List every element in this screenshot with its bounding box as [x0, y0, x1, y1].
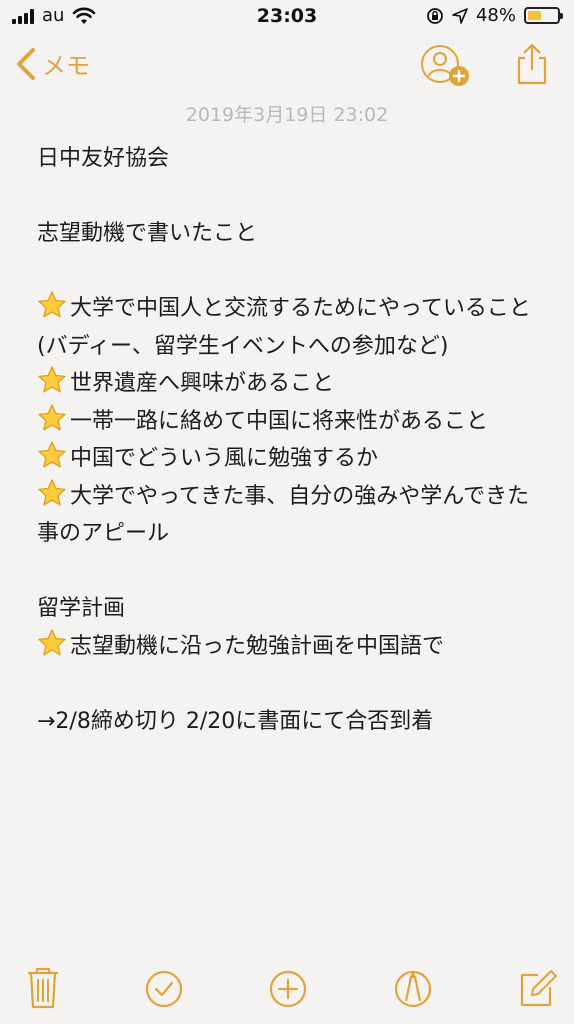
note-line-text: 大学でやってきた事、自分の強みや学んできた事のアピール: [37, 483, 530, 547]
note-blank-line[interactable]: [37, 253, 547, 291]
nav-bar: メモ: [0, 34, 574, 96]
star-icon: [37, 365, 67, 395]
note-line[interactable]: 中国でどういう風に勉強するか: [37, 440, 547, 478]
note-line-text: 志望動機で書いたこと: [37, 221, 258, 246]
note-blank-line[interactable]: [37, 178, 547, 216]
note-line[interactable]: →2/8締め切り 2/20に書面にて合否到着: [37, 703, 547, 741]
battery-percent: 48%: [475, 5, 516, 26]
star-icon: [37, 440, 67, 470]
rotation-lock-icon: [427, 7, 443, 24]
back-button[interactable]: メモ: [14, 46, 90, 81]
note-line-text: 一帯一路に絡めて中国に将来性があること: [70, 408, 489, 434]
trash-icon[interactable]: [20, 965, 66, 1011]
note-line[interactable]: 一帯一路に絡めて中国に将来性があること: [37, 403, 547, 441]
note-line[interactable]: 志望動機で書いたこと: [37, 215, 547, 253]
note-line[interactable]: 大学で中国人と交流するためにやっていること(バディー、留学生イベントへの参加など…: [37, 290, 547, 365]
note-line[interactable]: 留学計画: [37, 590, 547, 628]
note-blank-line[interactable]: [37, 553, 547, 591]
note-line-text: →2/8締め切り 2/20に書面にて合否到着: [37, 708, 434, 734]
markup-icon[interactable]: [390, 965, 436, 1011]
note-line-text: 中国でどういう風に勉強するか: [70, 446, 379, 471]
battery-icon: [524, 7, 563, 24]
checklist-icon[interactable]: [141, 965, 187, 1011]
status-bar: au 23:03 48%: [0, 0, 574, 34]
note-body[interactable]: 日中友好協会志望動機で書いたこと大学で中国人と交流するためにやっていること(バデ…: [37, 140, 547, 740]
battery-fill: [528, 11, 542, 20]
status-right: 48%: [426, 5, 563, 26]
chevron-left-icon: [17, 47, 35, 80]
note-line-text: 日中友好協会: [37, 146, 170, 171]
add-person-icon[interactable]: [420, 42, 472, 88]
star-icon: [37, 403, 67, 433]
bottom-toolbar: [0, 965, 574, 1015]
note-line-text: 留学計画: [37, 596, 126, 621]
note-line[interactable]: 志望動機に沿った勉強計画を中国語で: [37, 628, 547, 666]
star-icon: [37, 478, 67, 508]
back-label: メモ: [42, 52, 90, 80]
note-blank-line[interactable]: [37, 665, 547, 703]
note-date: 2019年3月19日 23:02: [185, 104, 389, 126]
note-line-text: 世界遺産へ興味があること: [70, 371, 335, 396]
compose-icon[interactable]: [514, 965, 560, 1011]
note-line-text: 志望動機に沿った勉強計画を中国語で: [70, 633, 445, 659]
share-icon[interactable]: [512, 42, 552, 86]
note-line[interactable]: 世界遺産へ興味があること: [37, 365, 547, 403]
star-icon: [37, 290, 67, 320]
note-line[interactable]: 日中友好協会: [37, 140, 547, 178]
note-line-text: 大学で中国人と交流するためにやっていること(バディー、留学生イベントへの参加など…: [37, 296, 531, 359]
location-icon: [452, 7, 468, 24]
note-line[interactable]: 大学でやってきた事、自分の強みや学んできた事のアピール: [37, 478, 547, 553]
add-icon[interactable]: [265, 965, 311, 1011]
star-icon: [37, 628, 67, 658]
